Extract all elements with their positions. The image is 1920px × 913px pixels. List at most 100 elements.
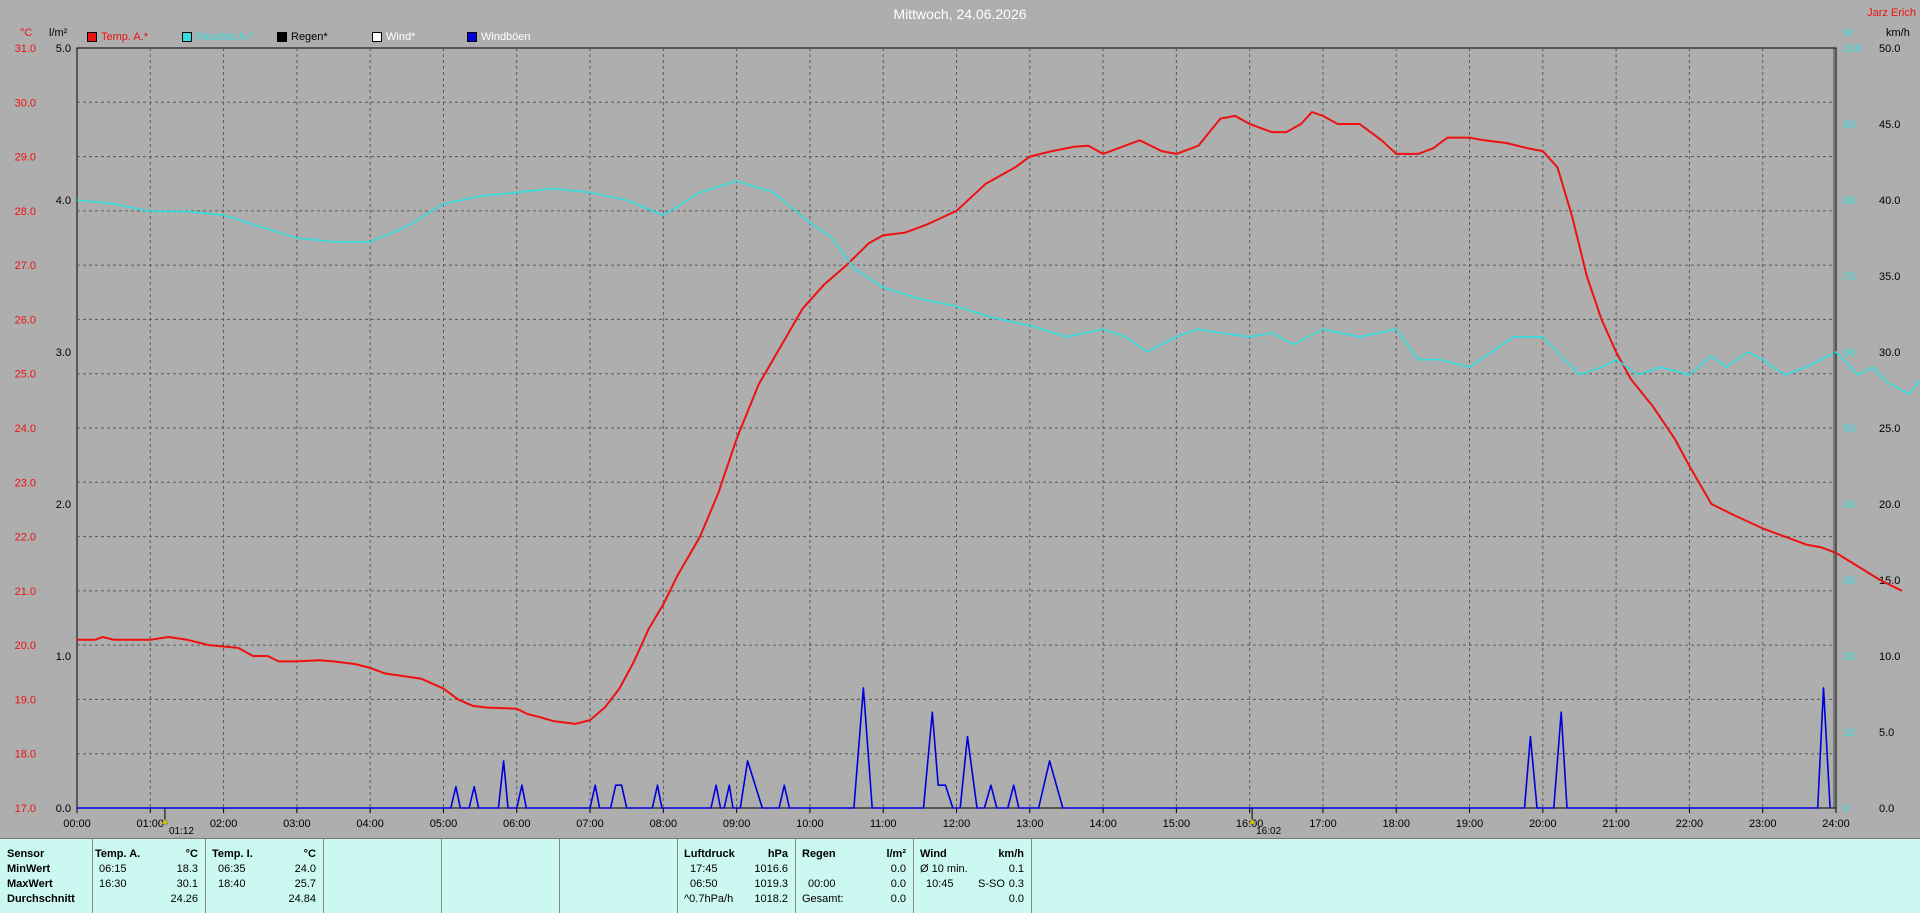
legend-wind-label: Wind*	[386, 31, 416, 43]
humidity-axis-tick-label: 80	[1843, 195, 1855, 207]
humidity-axis-tick-label: 40	[1843, 499, 1855, 511]
x-tick-label: 23:00	[1749, 818, 1777, 830]
pressure-unit: hPa	[767, 848, 788, 860]
x-tick-label: 06:00	[503, 818, 531, 830]
temp-i-unit: °C	[303, 848, 316, 860]
row-label-sensor: Sensor	[7, 848, 45, 860]
temp-axis-tick-label: 19.0	[15, 694, 36, 706]
legend-temp-label: Temp. A.*	[101, 31, 149, 43]
humidity-axis-tick-label: 0	[1843, 803, 1849, 815]
temp-axis-tick-label: 18.0	[15, 749, 36, 761]
stats-panel: Sensor MinWert MaxWert Durchschnitt Temp…	[0, 838, 1920, 913]
legend-rain-swatch	[277, 32, 287, 42]
panel-divider	[795, 839, 796, 913]
wind-max-value: 0.3	[1008, 878, 1024, 890]
x-tick-label: 03:00	[283, 818, 311, 830]
panel-divider	[441, 839, 442, 913]
x-tick-label: 17:00	[1309, 818, 1337, 830]
pressure-header: Luftdruck	[684, 848, 735, 860]
wind-axis-tick-label: 20.0	[1879, 499, 1900, 511]
rain-axis-tick-label: 3.0	[56, 347, 71, 359]
humidity-axis-tick-label: 50	[1843, 423, 1855, 435]
humidity-axis-unit: %	[1843, 27, 1853, 39]
x-tick-label: 00:00	[63, 818, 91, 830]
rain-axis-tick-label: 1.0	[56, 651, 71, 663]
temp-i-max-time: 18:40	[218, 878, 246, 890]
temp-axis-tick-label: 17.0	[15, 803, 36, 815]
x-tick-label: 05:00	[430, 818, 458, 830]
x-tick-label: 12:00	[943, 818, 971, 830]
rain-axis-tick-label: 2.0	[56, 499, 71, 511]
x-tick-label: 20:00	[1529, 818, 1557, 830]
temp-i-header: Temp. I.	[212, 848, 253, 860]
wind-axis-tick-label: 45.0	[1879, 119, 1900, 131]
rain-axis-tick-label: 0.0	[56, 803, 71, 815]
rain-total-value: 0.0	[890, 893, 906, 905]
panel-divider	[92, 839, 93, 913]
temp-axis-tick-label: 28.0	[15, 206, 36, 218]
temp-axis-tick-label: 24.0	[15, 423, 36, 435]
wind-axis-unit: km/h	[1886, 27, 1910, 39]
temp-axis-tick-label: 29.0	[15, 152, 36, 164]
rain-max-value: 0.0	[890, 878, 906, 890]
pressure-max-value: 1019.3	[754, 878, 788, 890]
row-label-avg: Durchschnitt	[7, 893, 75, 905]
temp-a-min-time: 06:15	[99, 863, 127, 875]
humidity-axis-tick-label: 70	[1843, 271, 1855, 283]
wind-axis-tick-label: 35.0	[1879, 271, 1900, 283]
station-name: Jarz Erich	[1867, 7, 1916, 19]
temp-a-max-value: 30.1	[176, 878, 198, 890]
humidity-axis-tick-label: 20	[1843, 651, 1855, 663]
humidity-axis-tick-label: 60	[1843, 347, 1855, 359]
wind-axis-tick-label: 10.0	[1879, 651, 1900, 663]
legend-humidity-label: Feuchte A.*	[196, 31, 253, 43]
x-tick-label: 21:00	[1602, 818, 1630, 830]
wind-avg-label: Ø 10 min.	[920, 863, 968, 875]
x-tick-label: 04:00	[356, 818, 384, 830]
wind-max-time: 10:45	[926, 878, 954, 890]
weather-chart: 00:00 01:00 02:00 03:00 04:00 05:00 06:00 07:00…	[15, 6, 1920, 837]
x-tick-label: 08:00	[650, 818, 678, 830]
temp-axis-tick-label: 31.0	[15, 43, 36, 55]
temp-axis-unit: °C	[20, 27, 32, 39]
panel-divider	[205, 839, 206, 913]
pressure-max-time: 06:50	[690, 878, 718, 890]
temp-axis-tick-label: 20.0	[15, 640, 36, 652]
humidity-axis-tick-label: 10	[1843, 727, 1855, 739]
x-tick-label: 14:00	[1089, 818, 1117, 830]
temp-axis-tick-label: 27.0	[15, 260, 36, 272]
pressure-trend-label: ^0.7hPa/h	[684, 893, 734, 905]
x-tick-label: 13:00	[1016, 818, 1044, 830]
pressure-min-value: 1016.6	[754, 863, 788, 875]
temp-axis-tick-label: 22.0	[15, 532, 36, 544]
wind-axis-tick-label: 0.0	[1879, 803, 1894, 815]
pressure-trend-value: 1018.2	[754, 893, 788, 905]
legend-gust-label: Windböen	[481, 31, 531, 43]
temp-axis-tick-label: 26.0	[15, 314, 36, 326]
wind-axis-tick-label: 5.0	[1879, 727, 1894, 739]
x-tick-label: 10:00	[796, 818, 824, 830]
rain-total-label: Gesamt:	[802, 893, 844, 905]
x-tick-label: 22:00	[1676, 818, 1704, 830]
panel-divider	[559, 839, 560, 913]
temp-a-min-value: 18.3	[176, 863, 198, 875]
temp-i-avg-value: 24.84	[288, 893, 316, 905]
pressure-min-time: 17:45	[690, 863, 718, 875]
rain-max-time: 00:00	[808, 878, 836, 890]
panel-divider	[323, 839, 324, 913]
legend-rain-label: Regen*	[291, 31, 328, 43]
sunset-marker-label: 16:02	[1256, 826, 1281, 837]
panel-divider	[913, 839, 914, 913]
wind-unit: km/h	[998, 848, 1024, 860]
legend-temp-swatch	[87, 32, 97, 42]
wind-axis-tick-label: 25.0	[1879, 423, 1900, 435]
humidity-axis-tick-label: 90	[1843, 119, 1855, 131]
temp-a-avg-value: 24.26	[170, 893, 198, 905]
x-tick-label: 24:00	[1822, 818, 1850, 830]
temp-axis-tick-label: 21.0	[15, 586, 36, 598]
x-tick-label: 19:00	[1456, 818, 1484, 830]
row-label-min: MinWert	[7, 863, 51, 875]
temp-axis-tick-label: 30.0	[15, 97, 36, 109]
row-label-max: MaxWert	[7, 878, 53, 890]
x-tick-label: 01:00	[137, 818, 165, 830]
